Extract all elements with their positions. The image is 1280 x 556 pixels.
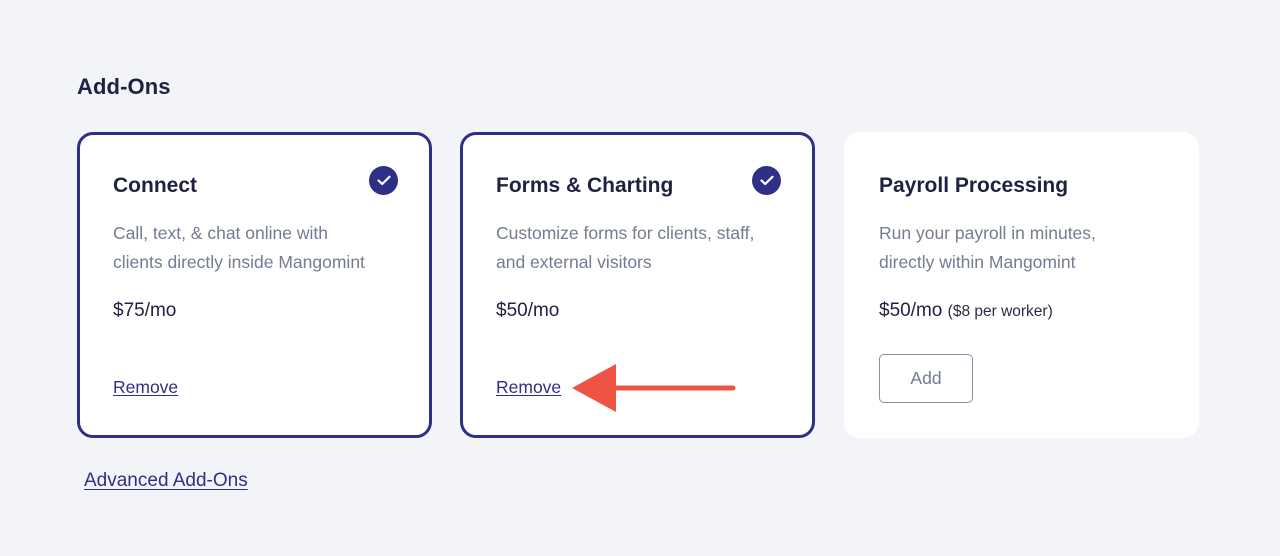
card-description-line: Run your payroll in minutes, bbox=[879, 223, 1096, 243]
card-description-line: Call, text, & chat online with bbox=[113, 223, 328, 243]
section-title: Add-Ons bbox=[77, 74, 171, 99]
card-description: Customize forms for clients, staff, and … bbox=[496, 219, 782, 277]
card-price: $50/mo bbox=[496, 300, 560, 321]
card-title: Forms & Charting bbox=[496, 174, 674, 197]
advanced-add-ons-link[interactable]: Advanced Add-Ons bbox=[84, 470, 248, 492]
remove-forms-charting-link[interactable]: Remove bbox=[496, 377, 561, 398]
arrow-left-icon bbox=[572, 364, 736, 412]
addon-card-connect: Connect Call, text, & chat online with c… bbox=[77, 132, 432, 438]
card-description-line: clients directly inside Mangomint bbox=[113, 252, 365, 272]
card-description: Call, text, & chat online with clients d… bbox=[113, 219, 399, 277]
card-description-line: Customize forms for clients, staff, bbox=[496, 223, 755, 243]
card-price-value: $50/mo bbox=[879, 300, 943, 321]
card-description-line: directly within Mangomint bbox=[879, 252, 1076, 272]
card-title: Connect bbox=[113, 174, 197, 197]
card-content: Connect Call, text, & chat online with c… bbox=[113, 172, 399, 323]
card-price-note: ($8 per worker) bbox=[947, 303, 1053, 320]
check-circle-icon bbox=[369, 166, 398, 195]
card-description: Run your payroll in minutes, directly wi… bbox=[879, 219, 1169, 277]
card-description-line: and external visitors bbox=[496, 252, 652, 272]
card-content: Forms & Charting Customize forms for cli… bbox=[496, 172, 782, 323]
check-circle-icon bbox=[752, 166, 781, 195]
remove-connect-link[interactable]: Remove bbox=[113, 377, 178, 398]
card-title: Payroll Processing bbox=[879, 174, 1069, 197]
card-price: $75/mo bbox=[113, 300, 177, 321]
card-content: Payroll Processing Run your payroll in m… bbox=[879, 172, 1169, 324]
add-payroll-button[interactable]: Add bbox=[879, 354, 973, 403]
card-price: $50/mo ($8 per worker) bbox=[879, 299, 1169, 324]
addon-card-payroll-processing: Payroll Processing Run your payroll in m… bbox=[844, 132, 1199, 438]
